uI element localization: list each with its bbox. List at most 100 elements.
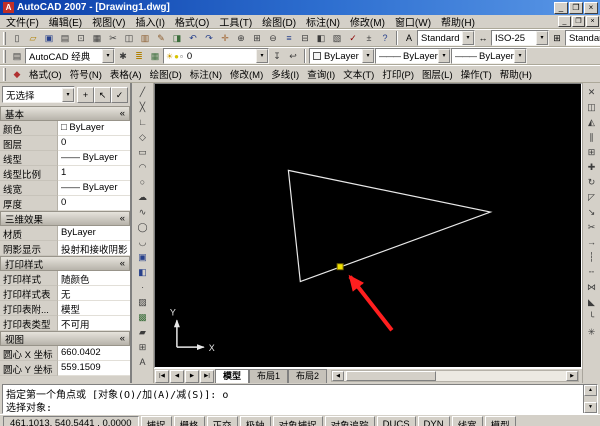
tab-model[interactable]: 模型	[215, 369, 249, 383]
express-menu-item[interactable]: 表格(A)	[106, 67, 146, 81]
point-icon[interactable]: ∙	[135, 280, 151, 295]
join-icon[interactable]: ⋈	[584, 280, 600, 295]
scale-icon[interactable]: ◸	[584, 190, 600, 205]
coordinate-display[interactable]: 461.1013, 540.5441 , 0.0000	[3, 416, 139, 426]
workspace-settings-icon[interactable]: ✱	[115, 49, 131, 64]
section-header-3d-effects[interactable]: 三维效果 «	[0, 211, 130, 226]
express-menu-item[interactable]: 绘图(D)	[146, 67, 186, 81]
spline-icon[interactable]: ∿	[135, 205, 151, 220]
tab-last-button[interactable]: ▶|	[200, 370, 214, 383]
menu-item[interactable]: 插入(I)	[130, 15, 169, 28]
property-value[interactable]: 随颜色	[58, 271, 130, 286]
status-toggle-button[interactable]: 线宽	[452, 416, 483, 426]
toolbar-grip[interactable]	[3, 68, 6, 81]
scroll-up-icon[interactable]: ▲	[584, 385, 597, 396]
express-menu-item[interactable]: 文本(T)	[339, 67, 378, 81]
redo-icon[interactable]: ↷	[201, 31, 217, 46]
command-input-line[interactable]: 选择对象:	[6, 399, 581, 412]
express-menu-item[interactable]: 标注(N)	[186, 67, 226, 81]
linetype-combo[interactable]: ——— ByLayer ▾	[375, 48, 451, 64]
layer-states-icon[interactable]: ▦	[147, 49, 163, 64]
move-icon[interactable]: ✚	[584, 160, 600, 175]
property-value[interactable]: 模型	[58, 301, 130, 316]
open-file-icon[interactable]: ▱	[25, 31, 41, 46]
express-menu-icon[interactable]: ◆	[9, 67, 25, 82]
polyline-icon[interactable]: ∟	[135, 115, 151, 130]
rotate-icon[interactable]: ↻	[584, 175, 600, 190]
copy-object-icon[interactable]: ◫	[584, 100, 600, 115]
plot-preview-icon[interactable]: ⊡	[73, 31, 89, 46]
workspace-icon[interactable]: ▤	[9, 49, 25, 64]
ellipse-arc-icon[interactable]: ◡	[135, 235, 151, 250]
paste-icon[interactable]: ▥	[137, 31, 153, 46]
express-menu-item[interactable]: 帮助(H)	[496, 67, 536, 81]
property-value[interactable]: □ ByLayer	[58, 121, 130, 136]
sheet-set-manager-icon[interactable]: ▧	[329, 31, 345, 46]
revcloud-icon[interactable]: ☁	[135, 190, 151, 205]
menu-item[interactable]: 视图(V)	[87, 15, 130, 28]
scrollbar-thumb[interactable]	[346, 371, 436, 381]
drawn-shape[interactable]	[288, 170, 490, 281]
cut-icon[interactable]: ✂	[105, 31, 121, 46]
property-value[interactable]: 投射和接收阴影	[58, 241, 130, 256]
break-at-point-icon[interactable]: ┆	[584, 250, 600, 265]
zoom-realtime-icon[interactable]: ⊕	[233, 31, 249, 46]
text-style-icon[interactable]: A	[401, 31, 417, 46]
scroll-right-icon[interactable]: ▶	[566, 371, 578, 381]
explode-icon[interactable]: ✳	[584, 325, 600, 340]
status-toggle-button[interactable]: 模型	[485, 416, 516, 426]
arc-icon[interactable]: ◠	[135, 160, 151, 175]
minimize-button[interactable]: _	[554, 2, 568, 14]
command-scrollbar[interactable]: ▲ ▼	[583, 385, 597, 413]
undo-icon[interactable]: ↶	[185, 31, 201, 46]
new-file-icon[interactable]: ▯	[9, 31, 25, 46]
close-button[interactable]: ×	[584, 2, 598, 14]
chamfer-icon[interactable]: ◣	[584, 295, 600, 310]
doc-close-button[interactable]: ×	[586, 16, 599, 27]
status-toggle-button[interactable]: 极轴	[240, 416, 271, 426]
property-value[interactable]: —— ByLayer	[58, 151, 130, 166]
express-menu-item[interactable]: 符号(N)	[66, 67, 106, 81]
tab-prev-button[interactable]: ◀	[170, 370, 184, 383]
property-value[interactable]: —— ByLayer	[58, 181, 130, 196]
save-file-icon[interactable]: ▣	[41, 31, 57, 46]
status-toggle-button[interactable]: DUCS	[377, 416, 416, 426]
grip-point[interactable]	[337, 264, 343, 270]
plot-icon[interactable]: ▤	[57, 31, 73, 46]
extend-icon[interactable]: →	[584, 235, 600, 250]
horizontal-scrollbar[interactable]: ◀ ▶	[331, 370, 579, 382]
section-header-basic[interactable]: 基本 «	[0, 106, 130, 121]
select-objects-button[interactable]: ↖	[94, 87, 111, 103]
table-icon[interactable]: ⊞	[135, 340, 151, 355]
menu-item[interactable]: 文件(F)	[1, 15, 44, 28]
tool-palettes-icon[interactable]: ◧	[313, 31, 329, 46]
tab-first-button[interactable]: |◀	[155, 370, 169, 383]
scroll-down-icon[interactable]: ▼	[584, 402, 597, 413]
toolbar-grip[interactable]	[3, 32, 6, 45]
help-icon[interactable]: ?	[377, 31, 393, 46]
chevron-down-icon[interactable]: ▾	[256, 49, 268, 63]
menu-item[interactable]: 格式(O)	[170, 15, 214, 28]
chevron-down-icon[interactable]: ▾	[536, 31, 548, 45]
status-toggle-button[interactable]: 栅格	[174, 416, 205, 426]
markup-set-manager-icon[interactable]: ✓	[345, 31, 361, 46]
menu-item[interactable]: 修改(M)	[345, 15, 390, 28]
dim-style-combo[interactable]: ISO-25 ▾	[491, 30, 549, 46]
property-value[interactable]: 0	[58, 136, 130, 151]
menu-item[interactable]: 标注(N)	[301, 15, 345, 28]
tab-layout2[interactable]: 布局2	[288, 369, 327, 383]
express-menu-item[interactable]: 多线(I)	[267, 67, 303, 81]
canvas-svg[interactable]: Y X	[155, 84, 581, 367]
express-menu-item[interactable]: 修改(M)	[226, 67, 267, 81]
express-menu-item[interactable]: 操作(T)	[457, 67, 496, 81]
fillet-icon[interactable]: ╰	[584, 310, 600, 325]
chevron-down-icon[interactable]: ▾	[514, 49, 526, 63]
trim-icon[interactable]: ✂	[584, 220, 600, 235]
workspace-combo[interactable]: AutoCAD 经典 ▾	[25, 48, 115, 64]
block-editor-icon[interactable]: ◨	[169, 31, 185, 46]
hatch-icon[interactable]: ▨	[135, 295, 151, 310]
dim-style-icon[interactable]: ↔	[475, 31, 491, 46]
construction-line-icon[interactable]: ╳	[135, 100, 151, 115]
mirror-icon[interactable]: ◭	[584, 115, 600, 130]
offset-icon[interactable]: ∥	[584, 130, 600, 145]
